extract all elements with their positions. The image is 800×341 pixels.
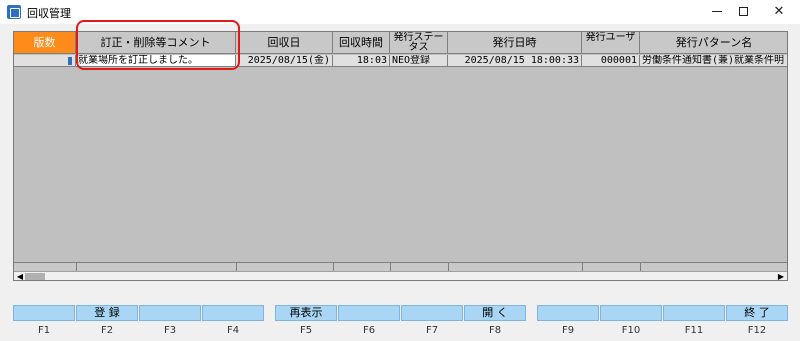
- cell-version[interactable]: [14, 55, 76, 67]
- close-button[interactable]: ✕: [756, 0, 800, 24]
- f11-button[interactable]: [663, 305, 725, 321]
- f12-key-label: F12: [747, 325, 767, 336]
- scroll-left-icon[interactable]: ◀: [15, 272, 25, 280]
- f2-key-label: F2: [100, 325, 114, 336]
- f9-button[interactable]: [537, 305, 599, 321]
- f1-key-label: F1: [37, 325, 51, 336]
- f4-key-label: F4: [226, 325, 240, 336]
- maximize-icon: [738, 7, 748, 16]
- column-header-issue-user[interactable]: 発行ユーザ: [582, 32, 640, 54]
- scroll-thumb[interactable]: [25, 273, 45, 280]
- window-title: 回収管理: [27, 7, 71, 20]
- column-header-issue-status[interactable]: 発行ステータス: [390, 32, 448, 54]
- cell-issue-datetime[interactable]: 2025/08/15 18:00:33: [448, 55, 582, 67]
- comment-highlight-box: [76, 20, 240, 70]
- f5-refresh-button[interactable]: 再表示: [275, 305, 337, 321]
- f6-key-label: F6: [362, 325, 376, 336]
- f3-button[interactable]: [139, 305, 201, 321]
- scroll-right-icon[interactable]: ▶: [776, 272, 786, 280]
- f8-key-label: F8: [488, 325, 502, 336]
- cell-issue-user[interactable]: 000001: [582, 55, 640, 67]
- app-icon: [7, 5, 21, 19]
- function-key-bar: 登 録 再表示 開 く 終 了: [13, 305, 788, 321]
- f10-key-label: F10: [621, 325, 641, 336]
- f11-key-label: F11: [684, 325, 704, 336]
- f6-button[interactable]: [338, 305, 400, 321]
- column-header-pattern-name[interactable]: 発行パターン名: [640, 32, 787, 54]
- f7-key-label: F7: [425, 325, 439, 336]
- column-header-recovery-date[interactable]: 回収日: [236, 32, 333, 54]
- f10-button[interactable]: [600, 305, 662, 321]
- f12-exit-button[interactable]: 終 了: [726, 305, 788, 321]
- f9-key-label: F9: [561, 325, 575, 336]
- f3-key-label: F3: [163, 325, 177, 336]
- cell-issue-status[interactable]: NEO登録: [390, 55, 448, 67]
- column-header-issue-datetime[interactable]: 発行日時: [448, 32, 582, 54]
- row-selector-icon: [68, 57, 72, 65]
- cell-recovery-time[interactable]: 18:03: [333, 55, 390, 67]
- cell-pattern-name[interactable]: 労働条件通知書(兼)就業条件明: [640, 55, 787, 67]
- horizontal-scrollbar[interactable]: ◀ ▶: [14, 271, 787, 280]
- cell-recovery-date[interactable]: 2025/08/15(金): [236, 55, 333, 67]
- column-header-recovery-time[interactable]: 回収時間: [333, 32, 390, 54]
- column-header-version[interactable]: 版数: [14, 32, 76, 54]
- f4-button[interactable]: [202, 305, 264, 321]
- f7-button[interactable]: [401, 305, 463, 321]
- f2-register-button[interactable]: 登 録: [76, 305, 138, 321]
- f1-button[interactable]: [13, 305, 75, 321]
- f5-key-label: F5: [299, 325, 313, 336]
- f8-open-button[interactable]: 開 く: [464, 305, 526, 321]
